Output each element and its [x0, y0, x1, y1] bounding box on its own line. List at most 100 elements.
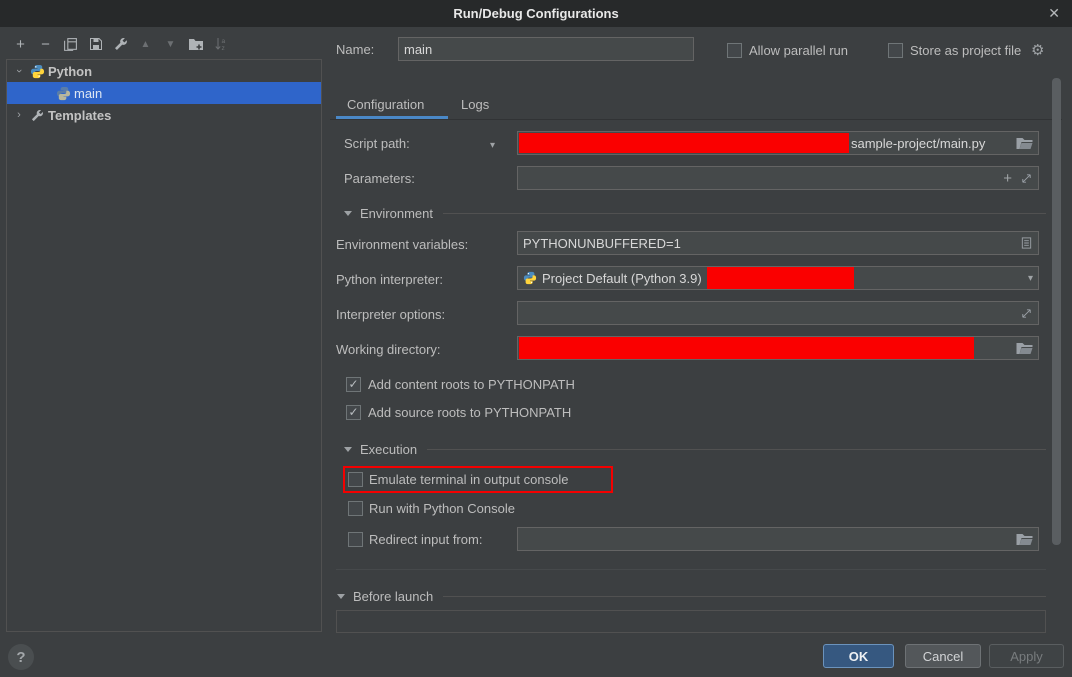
redaction-bar [707, 267, 854, 289]
environment-section-title: Environment [360, 206, 433, 221]
save-icon [89, 37, 103, 51]
cancel-button-label: Cancel [923, 649, 963, 664]
gear-icon[interactable]: ⚙ [1031, 41, 1044, 59]
content-separator [336, 569, 1046, 570]
environment-variables-input[interactable]: PYTHONUNBUFFERED=1 [517, 231, 1039, 255]
svg-text:a: a [221, 38, 225, 45]
add-source-roots-checkbox[interactable]: ✓ [346, 405, 361, 420]
run-debug-configurations-dialog: Run/Debug Configurations ✕ + − ▲ ▼ az › … [0, 0, 1072, 677]
run-with-python-console-checkbox[interactable] [348, 501, 363, 516]
new-folder-icon [188, 37, 204, 51]
close-icon[interactable]: ✕ [1048, 5, 1060, 22]
tree-item-main[interactable]: main [7, 82, 321, 104]
section-divider [443, 213, 1046, 214]
tree-item-python[interactable]: › Python [7, 60, 321, 82]
configurations-tree: › Python main › Templates [6, 59, 322, 632]
edit-variables-icon[interactable] [1020, 236, 1033, 250]
copy-configuration-button[interactable] [58, 32, 83, 56]
configurations-toolbar: + − ▲ ▼ az [8, 32, 233, 56]
add-source-roots-label: Add source roots to PYTHONPATH [368, 405, 571, 420]
section-collapse-icon [337, 594, 345, 599]
parameters-label: Parameters: [344, 171, 415, 186]
before-launch-task-list[interactable] [336, 610, 1046, 633]
minus-icon: − [41, 36, 50, 53]
section-divider [427, 449, 1046, 450]
script-path-input[interactable]: sample-project/main.py [517, 131, 1039, 155]
name-input[interactable]: main [398, 37, 694, 61]
arrow-down-icon: ▼ [166, 39, 176, 50]
tree-item-label: Python [48, 64, 92, 79]
python-interpreter-value: Project Default (Python 3.9) [542, 271, 702, 286]
tree-item-templates[interactable]: › Templates [7, 104, 321, 126]
chevron-expanded-icon[interactable]: › [13, 65, 25, 77]
working-directory-input[interactable] [517, 336, 1039, 360]
name-value: main [404, 42, 432, 57]
redirect-input-label: Redirect input from: [369, 532, 482, 547]
name-label: Name: [336, 42, 374, 57]
store-as-project-file-checkbox[interactable] [888, 43, 903, 58]
section-divider [443, 596, 1046, 597]
python-interpreter-label: Python interpreter: [336, 272, 443, 287]
check-icon: ✓ [348, 377, 358, 391]
new-folder-button[interactable] [183, 32, 208, 56]
add-content-roots-checkbox[interactable]: ✓ [346, 377, 361, 392]
cancel-button[interactable]: Cancel [905, 644, 981, 668]
edit-templates-button[interactable] [108, 32, 133, 56]
ok-button-label: OK [849, 649, 869, 664]
expand-field-icon[interactable] [1020, 172, 1033, 185]
chevron-collapsed-icon[interactable]: › [13, 109, 25, 121]
environment-variables-label: Environment variables: [336, 237, 468, 252]
tab-logs[interactable]: Logs [461, 97, 489, 112]
run-with-python-console-label: Run with Python Console [369, 501, 515, 516]
redirect-input-field[interactable] [517, 527, 1039, 551]
vertical-scrollbar[interactable] [1052, 78, 1061, 545]
tree-item-label: main [74, 86, 102, 101]
check-icon: ✓ [348, 405, 358, 419]
redirect-input-checkbox[interactable] [348, 532, 363, 547]
interpreter-options-input[interactable] [517, 301, 1039, 325]
script-path-dropdown-icon[interactable]: ▾ [490, 140, 495, 151]
expand-field-icon[interactable] [1020, 307, 1033, 320]
python-icon [523, 271, 537, 285]
remove-configuration-button[interactable]: − [33, 32, 58, 56]
help-button[interactable]: ? [8, 644, 34, 670]
arrow-up-icon: ▲ [141, 39, 151, 50]
save-configuration-button[interactable] [83, 32, 108, 56]
parameters-input[interactable]: + [517, 166, 1039, 190]
emulate-terminal-checkbox[interactable] [348, 472, 363, 487]
python-interpreter-select[interactable]: Project Default (Python 3.9) ▾ [517, 266, 1039, 290]
browse-folder-icon[interactable] [1016, 136, 1033, 150]
tree-item-label: Templates [48, 108, 111, 123]
svg-text:z: z [221, 45, 224, 51]
script-path-value: sample-project/main.py [851, 136, 985, 151]
add-macro-icon[interactable]: + [1003, 170, 1012, 187]
move-down-button[interactable]: ▼ [158, 32, 183, 56]
section-collapse-icon [344, 211, 352, 216]
move-up-button[interactable]: ▲ [133, 32, 158, 56]
redaction-bar [519, 133, 849, 153]
environment-section-header[interactable]: Environment [344, 206, 1046, 221]
copy-icon [63, 37, 78, 52]
plus-icon: + [16, 36, 25, 53]
sort-alphabetically-icon: az [214, 37, 228, 51]
tab-configuration[interactable]: Configuration [347, 97, 424, 112]
add-content-roots-label: Add content roots to PYTHONPATH [368, 377, 575, 392]
apply-button-label: Apply [1010, 649, 1043, 664]
section-collapse-icon [344, 447, 352, 452]
script-path-label: Script path: [344, 136, 410, 151]
add-configuration-button[interactable]: + [8, 32, 33, 56]
title-bar: Run/Debug Configurations ✕ [0, 0, 1072, 27]
sort-configurations-button[interactable]: az [208, 32, 233, 56]
allow-parallel-run-label: Allow parallel run [749, 43, 848, 58]
browse-folder-icon[interactable] [1016, 341, 1033, 355]
interpreter-dropdown-icon[interactable]: ▾ [1028, 273, 1033, 284]
before-launch-section-header[interactable]: Before launch [337, 589, 1046, 604]
python-icon [55, 85, 71, 101]
emulate-terminal-label: Emulate terminal in output console [369, 472, 568, 487]
apply-button[interactable]: Apply [989, 644, 1064, 668]
allow-parallel-run-checkbox[interactable] [727, 43, 742, 58]
help-icon: ? [16, 649, 25, 666]
execution-section-header[interactable]: Execution [344, 442, 1046, 457]
browse-folder-icon[interactable] [1016, 532, 1033, 546]
ok-button[interactable]: OK [823, 644, 894, 668]
